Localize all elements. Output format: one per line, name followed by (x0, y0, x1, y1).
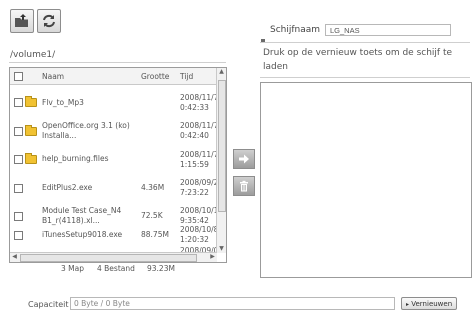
file-list[interactable]: Naam Grootte Tijd Flv_to_Mp3 2008/11/7 0… (9, 67, 227, 263)
file-time: 2008/11/7 0:42:33 (180, 93, 219, 112)
folder-icon (25, 125, 37, 136)
file-size: 4.36M (141, 183, 165, 192)
delete-button[interactable] (233, 176, 255, 196)
capacity-value: 0 Byte / 0 Byte (74, 299, 130, 308)
file-name: EditPlus2.exe (42, 183, 93, 192)
folder-icon (25, 96, 37, 107)
load-instruction: Druk op de vernieuw toets om de schijf t… (263, 48, 453, 72)
disc-content-area[interactable] (260, 82, 472, 278)
table-row[interactable]: EditPlus2.exe 4.36M 2008/09/25 7:23:22 (10, 175, 224, 201)
small-arrow-icon: ▸ (406, 301, 410, 308)
row-checkbox[interactable] (14, 127, 23, 136)
column-size[interactable]: Grootte (141, 72, 169, 81)
scroll-thumb[interactable] (20, 254, 197, 262)
refresh-button[interactable] (37, 9, 61, 33)
total-size: 93.23M (147, 264, 175, 273)
select-all-checkbox[interactable] (14, 72, 23, 81)
file-name: iTunesSetup9018.exe (42, 230, 123, 239)
disk-name-bullet (261, 28, 265, 47)
table-row[interactable]: Flv_to_Mp3 2008/11/7 0:42:33 (10, 90, 219, 116)
row-checkbox[interactable] (14, 98, 23, 107)
vertical-scrollbar[interactable]: ▲ ▼ (216, 68, 226, 253)
current-path: /volume1/ (10, 50, 56, 60)
table-row[interactable]: iTunesSetup9018.exe 88.75M 2008/10/8 1:2… (10, 222, 219, 248)
file-time: 2008/11/7 0:42:40 (180, 121, 219, 140)
folder-up-button[interactable] (10, 9, 34, 33)
divider (9, 62, 226, 63)
disk-name-field[interactable] (325, 24, 451, 36)
folder-up-icon (15, 14, 28, 27)
file-name: OpenOffice.org 3.1 (ko) Installa... (42, 121, 130, 140)
capacity-bar: 0 Byte / 0 Byte (70, 297, 395, 310)
row-checkbox[interactable] (14, 155, 23, 164)
folder-count: 3 Map (61, 264, 84, 273)
row-checkbox[interactable] (14, 212, 23, 221)
arrow-right-icon (239, 154, 249, 164)
add-to-disc-button[interactable] (233, 149, 255, 169)
column-name[interactable]: Naam (42, 72, 64, 81)
file-name: help_burning.files (42, 154, 109, 163)
refresh-disc-label: Vernieuwen (411, 300, 453, 308)
file-time: 2008/10/8 1:20:32 (180, 225, 219, 244)
file-time: 2008/11/7 1:15:59 (180, 150, 219, 169)
refresh-arrows-icon (43, 14, 55, 28)
divider (260, 42, 470, 43)
file-size: 88.75M (141, 230, 169, 239)
trash-icon (240, 180, 248, 192)
horizontal-scrollbar[interactable]: ◀ ▶ (10, 252, 217, 262)
file-size: 72.5K (141, 211, 163, 220)
file-time: 2008/09/25 7:23:22 (180, 178, 224, 197)
scroll-right-icon[interactable]: ▶ (208, 253, 217, 261)
table-row[interactable]: help_burning.files 2008/11/7 1:15:59 (10, 147, 219, 173)
divider (260, 77, 470, 78)
file-name: Flv_to_Mp3 (42, 98, 84, 107)
refresh-disc-button[interactable]: ▸ Vernieuwen (401, 297, 458, 310)
folder-icon (25, 153, 37, 164)
scroll-left-icon[interactable]: ◀ (10, 253, 19, 261)
disk-name-label: Schijfnaam (270, 25, 321, 35)
column-time[interactable]: Tijd (180, 72, 193, 81)
capacity-label: Capaciteit (28, 300, 69, 309)
row-checkbox[interactable] (14, 184, 23, 193)
scroll-thumb[interactable] (218, 80, 226, 212)
row-checkbox[interactable] (14, 231, 23, 240)
table-row[interactable]: OpenOffice.org 3.1 (ko) Installa... 2008… (10, 118, 219, 144)
file-count: 4 Bestand (97, 264, 135, 273)
scroll-down-icon[interactable]: ▼ (217, 245, 226, 253)
file-list-header: Naam Grootte Tijd (10, 68, 217, 85)
scroll-up-icon[interactable]: ▲ (217, 68, 226, 76)
